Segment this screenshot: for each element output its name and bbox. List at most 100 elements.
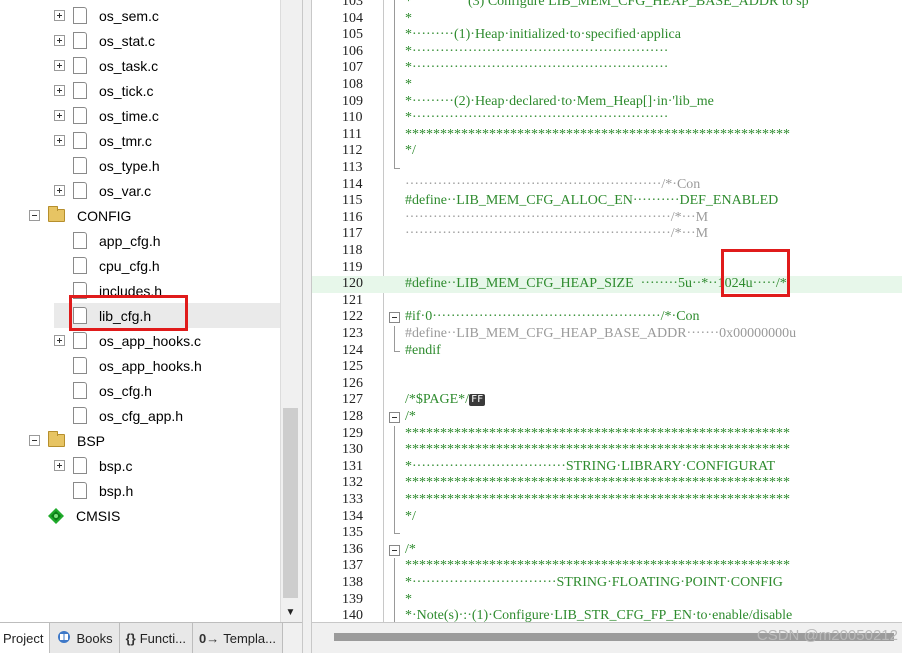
- code-line[interactable]: 110 *····································…: [312, 110, 902, 128]
- tree-vertical-scrollbar[interactable]: ▼: [280, 0, 300, 622]
- fold-collapse-icon[interactable]: [389, 544, 400, 556]
- code-line[interactable]: 133 *************************************…: [312, 492, 902, 509]
- fold-collapse-icon[interactable]: [389, 412, 400, 423]
- code-line[interactable]: 139 *: [312, 591, 902, 609]
- code-line[interactable]: 113: [312, 160, 902, 177]
- expand-plus-icon[interactable]: [54, 35, 65, 46]
- tree-item[interactable]: lib_cfg.h: [54, 303, 280, 328]
- code-line[interactable]: 126: [312, 376, 902, 393]
- code-line[interactable]: 106 *····································…: [312, 43, 902, 61]
- code-line[interactable]: 105 *·········(1)·Heap·initialized·to·spe…: [312, 27, 902, 45]
- expand-plus-icon[interactable]: [54, 185, 65, 196]
- code-line[interactable]: 115 #define··LIB_MEM_CFG_ALLOC_EN········…: [312, 193, 902, 210]
- expand-plus-icon[interactable]: [54, 135, 65, 146]
- scroll-down-arrow-icon[interactable]: ▼: [281, 602, 300, 622]
- collapse-minus-icon[interactable]: [29, 435, 40, 446]
- tree-item[interactable]: cpu_cfg.h: [54, 253, 160, 278]
- expand-plus-icon[interactable]: [54, 335, 65, 346]
- tree-item[interactable]: bsp.h: [54, 478, 133, 503]
- code-line[interactable]: 136 /*: [312, 542, 902, 559]
- code-line[interactable]: 104 *: [312, 10, 902, 28]
- tree-item[interactable]: os_tick.c: [54, 78, 153, 103]
- code-line[interactable]: 112 */: [312, 143, 902, 161]
- editor-horizontal-scrollbar[interactable]: CSDN @m20050212: [312, 622, 902, 653]
- code-line[interactable]: 129 *************************************…: [312, 425, 902, 443]
- tree-item-label: os_cfg_app.h: [99, 407, 184, 424]
- line-number: 121: [342, 292, 363, 308]
- tree-folder-bsp[interactable]: BSP: [29, 428, 105, 453]
- code-line[interactable]: 128 /*: [312, 409, 902, 426]
- code-line[interactable]: 131 *·································STR…: [312, 458, 902, 476]
- line-number: 127: [342, 392, 363, 408]
- code-line[interactable]: 118: [312, 243, 902, 260]
- code-line[interactable]: 125: [312, 359, 902, 376]
- pane-splitter[interactable]: [302, 0, 312, 653]
- code-line[interactable]: 134 */: [312, 508, 902, 526]
- code-line[interactable]: 123 #define··LIB_MEM_CFG_HEAP_BASE_ADDR··…: [312, 326, 902, 343]
- tree-item-label: os_sem.c: [99, 7, 159, 24]
- tab-books[interactable]: Books: [50, 623, 120, 653]
- expand-plus-icon[interactable]: [54, 85, 65, 96]
- tree-item[interactable]: bsp.c: [54, 453, 132, 478]
- code-line[interactable]: 111 *************************************…: [312, 126, 902, 144]
- tree-item-label: os_var.c: [99, 182, 152, 199]
- code-line[interactable]: 109 *·········(2)·Heap·declared·to·Mem_He…: [312, 93, 902, 111]
- code-text: */: [405, 509, 416, 526]
- expand-plus-icon[interactable]: [54, 10, 65, 21]
- tree-folder-config[interactable]: CONFIG: [29, 203, 131, 228]
- tree-item[interactable]: os_cfg.h: [54, 378, 152, 403]
- tree-item[interactable]: app_cfg.h: [54, 228, 161, 253]
- tree-item[interactable]: os_stat.c: [54, 28, 155, 53]
- code-line[interactable]: 107 *····································…: [312, 60, 902, 78]
- collapse-minus-icon[interactable]: [29, 210, 40, 221]
- code-line[interactable]: 127 /*$PAGE*/FF: [312, 392, 902, 409]
- tree-item[interactable]: os_app_hooks.h: [54, 353, 202, 378]
- code-text-content: #endif: [405, 342, 441, 358]
- project-tree-pane[interactable]: os_sem.c os_stat.c os_task.c os_tick.c os_ti…: [0, 0, 300, 622]
- expand-plus-icon[interactable]: [54, 110, 65, 121]
- code-line[interactable]: 132 *************************************…: [312, 475, 902, 493]
- tree-item[interactable]: includes.h: [54, 278, 162, 303]
- tree-item[interactable]: os_var.c: [54, 178, 151, 203]
- tree-item-label: cpu_cfg.h: [99, 257, 160, 274]
- fold-guide: [394, 608, 395, 622]
- code-line[interactable]: 116 ·····································…: [312, 210, 902, 227]
- tree-item[interactable]: CMSIS: [29, 503, 120, 528]
- tree-item[interactable]: os_task.c: [54, 53, 158, 78]
- code-line[interactable]: 119: [312, 260, 902, 277]
- code-editor[interactable]: 103 * (3) Configure LIB_MEM_CFG_HEAP_BASE…: [312, 0, 902, 622]
- expand-plus-icon[interactable]: [54, 60, 65, 71]
- tree-item[interactable]: os_type.h: [54, 153, 160, 178]
- code-text: ****************************************…: [405, 492, 790, 509]
- code-text: *·········(2)·Heap·declared·to·Mem_Heap[…: [405, 94, 714, 111]
- tree-item[interactable]: os_sem.c: [54, 3, 159, 28]
- tree-scroll-thumb[interactable]: [283, 408, 298, 598]
- code-line[interactable]: 140 *·Note(s)·:·(1)·Configure·LIB_STR_CFG…: [312, 608, 902, 622]
- tree-item[interactable]: os_cfg_app.h: [54, 403, 183, 428]
- code-line[interactable]: 103 * (3) Configure LIB_MEM_CFG_HEAP_BASE…: [312, 0, 902, 11]
- code-line[interactable]: 122 #if·0································…: [312, 309, 902, 326]
- code-line[interactable]: 108 *: [312, 77, 902, 94]
- code-line[interactable]: 138 *·······························STRIN…: [312, 575, 902, 592]
- tree-item[interactable]: os_app_hooks.c: [54, 328, 201, 353]
- tab-functi[interactable]: {} Functi...: [119, 623, 193, 653]
- code-line[interactable]: 121: [312, 293, 902, 310]
- expand-plus-icon[interactable]: [54, 460, 65, 471]
- code-line[interactable]: 137 *************************************…: [312, 558, 902, 576]
- code-line[interactable]: 117 ·····································…: [312, 226, 902, 243]
- code-text: ****************************************…: [405, 558, 790, 575]
- code-line[interactable]: 135: [312, 525, 902, 542]
- tab-templa[interactable]: 0→ Templa...: [192, 623, 283, 653]
- tab-label: Functi...: [139, 630, 186, 646]
- code-line[interactable]: 120 #define··LIB_MEM_CFG_HEAP_SIZE ······…: [312, 276, 902, 293]
- line-number: 111: [342, 126, 362, 142]
- tree-item[interactable]: os_time.c: [54, 103, 159, 128]
- file-icon: [73, 357, 87, 374]
- tree-item[interactable]: os_tmr.c: [54, 128, 152, 153]
- code-line[interactable]: 114 ·····································…: [312, 177, 902, 194]
- tab-project[interactable]: Project: [0, 623, 51, 653]
- code-line[interactable]: 124 #endif: [312, 342, 902, 360]
- fold-collapse-icon[interactable]: [389, 312, 400, 324]
- tree-item-label: CMSIS: [76, 507, 121, 524]
- code-line[interactable]: 130 *************************************…: [312, 442, 902, 460]
